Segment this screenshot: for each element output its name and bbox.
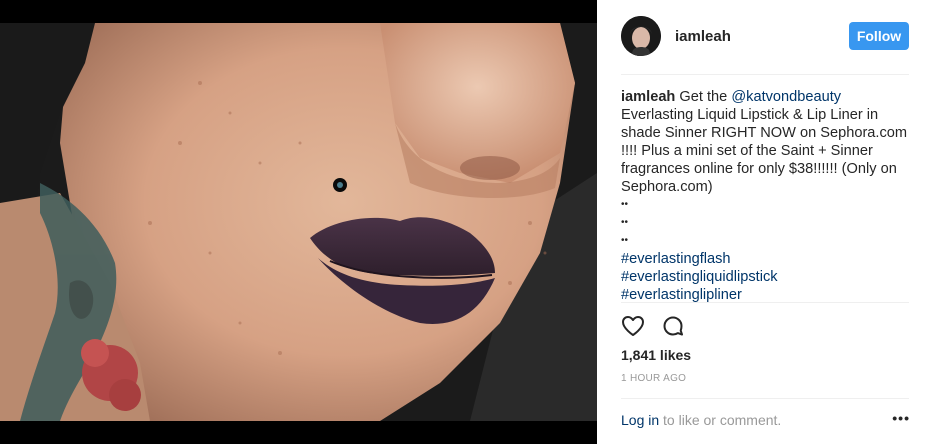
login-prompt-text: to like or comment.: [659, 412, 782, 428]
actions-divider: [621, 302, 909, 303]
caption-dots-3: ••: [621, 235, 629, 246]
caption-line-6: Sephora.com): [621, 179, 713, 195]
login-prompt: Log in to like or comment.: [621, 412, 909, 428]
caption-line-5: fragrances online for only $38!!!!!! (On…: [621, 161, 897, 177]
likes-count[interactable]: 1,841 likes: [621, 347, 691, 363]
post-photo-pane: [0, 0, 597, 444]
header-username[interactable]: iamleah: [675, 28, 731, 45]
login-link[interactable]: Log in: [621, 412, 659, 428]
footer-divider: [621, 398, 909, 399]
caption-line-2: Everlasting Liquid Lipstick & Lip Liner …: [621, 107, 879, 123]
post-timestamp[interactable]: 1 HOUR AGO: [621, 373, 686, 384]
post-caption: iamleah Get the @katvondbeauty Everlasti…: [621, 88, 911, 304]
caption-line-4: !!!! Plus a mini set of the Saint + Sinn…: [621, 143, 873, 159]
caption-line-1: iamleah Get the @katvondbeauty: [621, 88, 911, 106]
avatar-image: [621, 16, 661, 56]
heart-icon[interactable]: [621, 314, 645, 338]
hashtag-everlastingflash[interactable]: #everlastingflash: [621, 250, 911, 268]
post-header: iamleah Follow: [621, 14, 909, 58]
post-photo-image: [0, 23, 597, 421]
caption-dots-2: ••: [621, 217, 629, 228]
comment-icon[interactable]: [661, 314, 685, 338]
post-actions: [621, 314, 701, 338]
follow-button[interactable]: Follow: [849, 22, 909, 50]
hashtag-everlastingliquidlipstick[interactable]: #everlastingliquidlipstick: [621, 268, 911, 286]
post-sidebar: iamleah Follow iamleah Get the @katvondb…: [597, 0, 930, 444]
more-options-icon[interactable]: •••: [892, 410, 910, 426]
caption-username[interactable]: iamleah: [621, 89, 675, 105]
caption-mention[interactable]: @katvondbeauty: [731, 89, 841, 105]
post-photo[interactable]: [0, 23, 597, 421]
avatar[interactable]: [621, 16, 661, 56]
header-divider: [621, 74, 909, 75]
caption-dots-1: ••: [621, 199, 629, 210]
caption-text-1: Get the: [679, 89, 732, 105]
caption-line-3: shade Sinner RIGHT NOW on Sephora.com: [621, 125, 908, 141]
